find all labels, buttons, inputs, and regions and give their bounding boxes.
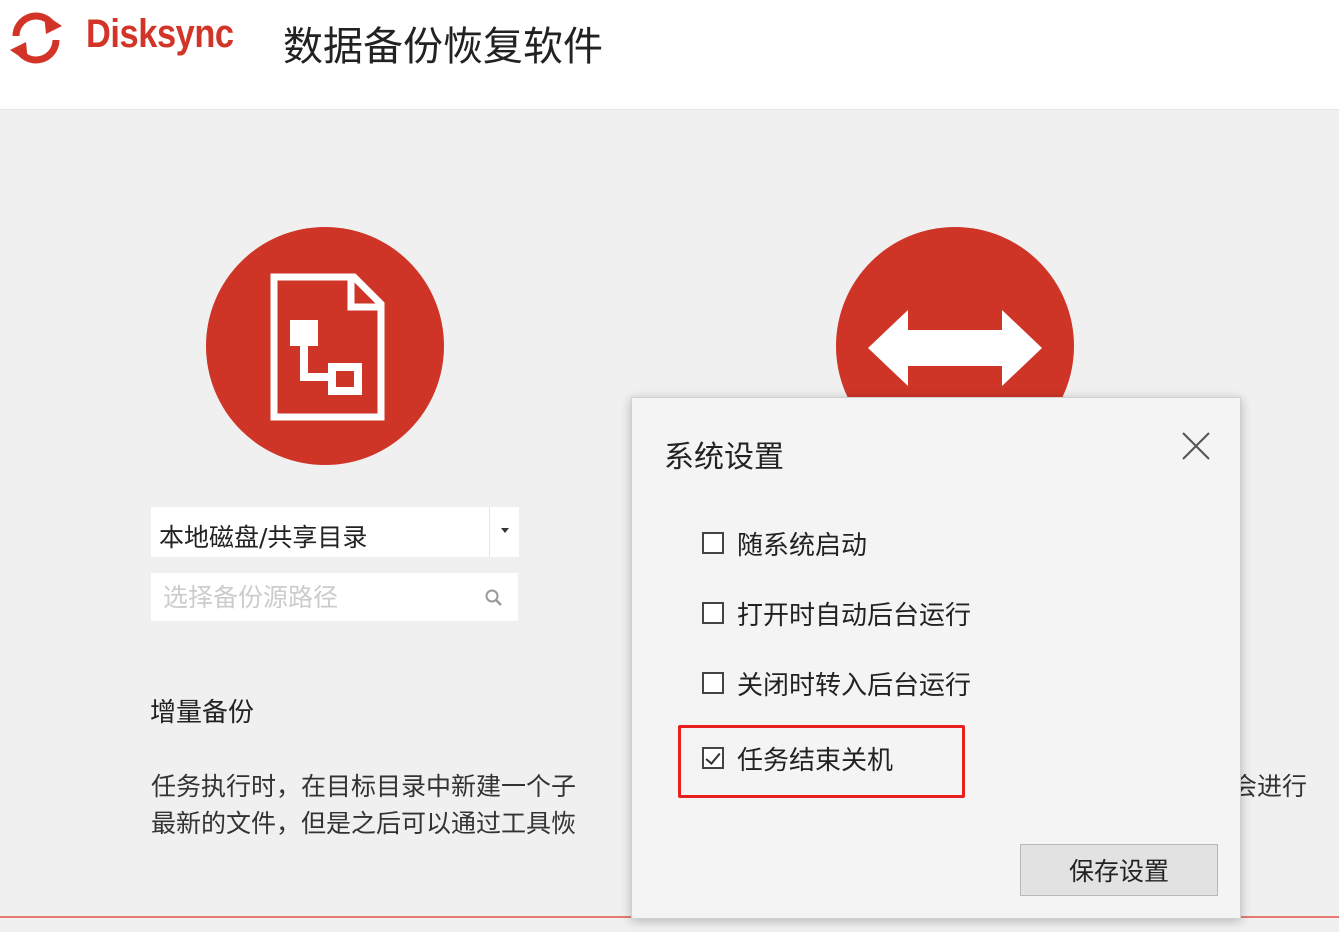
checkbox[interactable] (702, 532, 724, 554)
backup-mode-description-line2: 最新的文件，但是之后可以通过工具恢 (151, 809, 577, 838)
file-tree-icon (270, 273, 385, 421)
option-background-on-close[interactable]: 关闭时转入后台运行 (702, 668, 971, 701)
backup-path-input[interactable] (151, 573, 518, 621)
highlight-box (678, 725, 965, 798)
backup-mode-title: 增量备份 (150, 698, 255, 728)
option-start-with-system[interactable]: 随系统启动 (702, 528, 867, 561)
search-icon[interactable] (484, 588, 504, 608)
close-icon[interactable] (1180, 430, 1212, 462)
system-settings-dialog: 系统设置 随系统启动 打开时自动后台运行 关闭时转入后台运行 任务结束关机 保存… (631, 397, 1241, 919)
source-type-select[interactable]: 本地磁盘/共享目录 (151, 507, 519, 557)
source-type-value: 本地磁盘/共享目录 (159, 523, 368, 552)
checkbox[interactable] (702, 672, 724, 694)
caret-down-icon (501, 528, 509, 533)
backup-mode-description-line1: 任务执行时，在目标目录中新建一个子 (151, 772, 577, 801)
save-settings-button[interactable]: 保存设置 (1020, 844, 1218, 896)
backup-source-button[interactable] (206, 227, 444, 465)
checkbox[interactable] (702, 602, 724, 624)
option-label: 关闭时转入后台运行 (737, 670, 972, 701)
dialog-title: 系统设置 (664, 440, 784, 475)
dropdown-arrow-button[interactable] (489, 507, 519, 557)
backup-mode-description-right: 会进行 (1232, 772, 1308, 801)
brand-name: Disksync (86, 12, 234, 56)
app-header: Disksync 数据备份恢复软件 (0, 0, 1339, 110)
product-name: 数据备份恢复软件 (283, 24, 603, 70)
option-label: 打开时自动后台运行 (737, 600, 972, 631)
sync-arrows-icon (10, 12, 62, 64)
option-label: 随系统启动 (737, 530, 868, 561)
option-auto-background-on-open[interactable]: 打开时自动后台运行 (702, 598, 971, 631)
